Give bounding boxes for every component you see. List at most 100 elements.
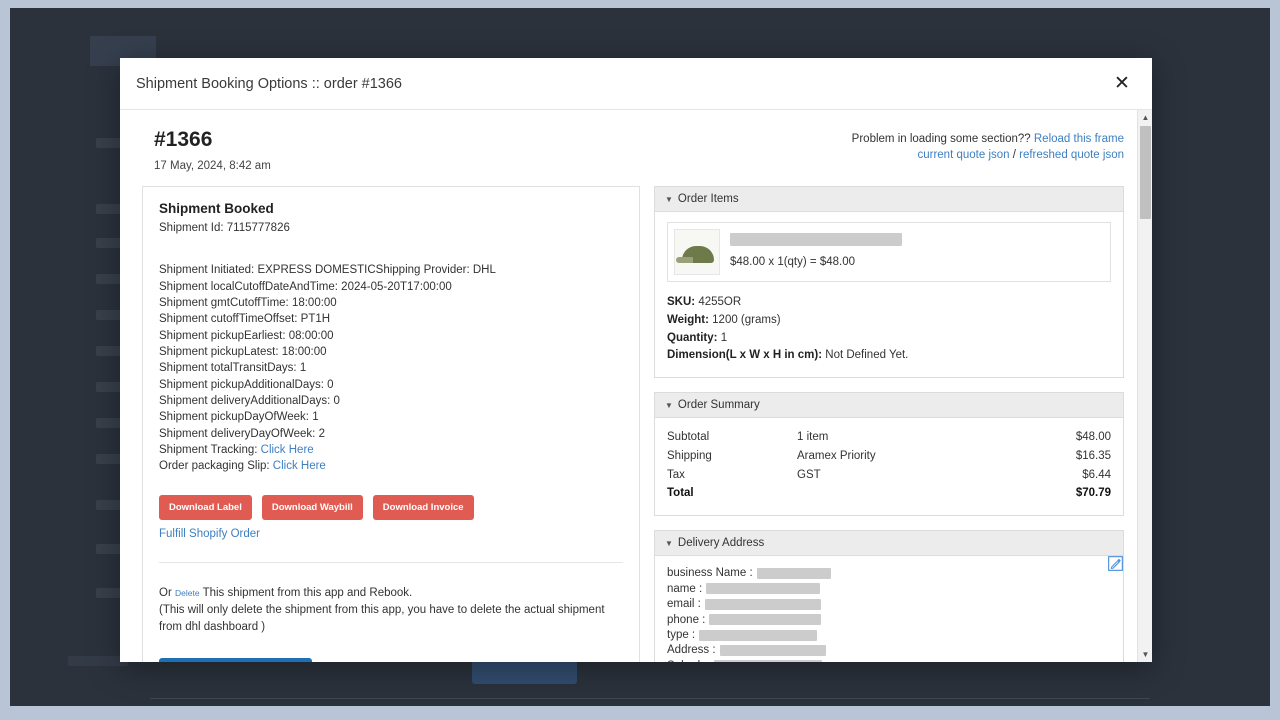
shipment-detail-line: Shipment cutoffTimeOffset: PT1H — [159, 311, 623, 327]
summary-label: Total — [667, 484, 797, 503]
shipment-detail-line: Shipment pickupAdditionalDays: 0 — [159, 377, 623, 393]
book-another-shipment-button[interactable]: Book Another Shipment — [159, 658, 312, 662]
delete-shipment-link[interactable]: Delete — [175, 588, 200, 598]
address-field-redacted — [699, 630, 817, 641]
order-item-field-label: Quantity: — [667, 332, 717, 344]
summary-detail: Aramex Priority — [797, 447, 1041, 466]
summary-amount: $70.79 — [1041, 484, 1111, 503]
chevron-down-icon: ▼ — [665, 401, 673, 410]
order-items-title: Order Items — [678, 193, 739, 205]
summary-detail — [797, 484, 1041, 503]
shipment-detail-line: Shipment pickupDayOfWeek: 1 — [159, 409, 623, 425]
shipment-tracking-row: Shipment Tracking: Click Here — [159, 442, 623, 458]
reload-notice-text: Problem in loading some section?? — [852, 133, 1031, 145]
address-field-redacted — [709, 614, 821, 625]
address-field-label: Address : — [667, 644, 716, 656]
modal-header: Shipment Booking Options :: order #1366 … — [120, 58, 1152, 110]
summary-amount: $16.35 — [1041, 447, 1111, 466]
shipment-detail-line: Shipment Initiated: EXPRESS DOMESTICShip… — [159, 262, 623, 278]
address-field: business Name : — [667, 566, 1111, 581]
shipment-id: Shipment Id: 7115777826 — [159, 220, 623, 236]
shipment-booking-modal: Shipment Booking Options :: order #1366 … — [120, 58, 1152, 662]
order-item-field-value: 1200 (grams) — [712, 314, 780, 326]
address-field-redacted — [720, 645, 826, 656]
address-field: Suburb : — [667, 658, 1111, 662]
packaging-slip-link[interactable]: Click Here — [273, 460, 326, 472]
shipment-booked-heading: Shipment Booked — [159, 201, 623, 216]
summary-amount: $6.44 — [1041, 466, 1111, 485]
current-quote-json-link[interactable]: current quote json — [917, 149, 1009, 161]
summary-row: Subtotal 1 item $48.00 — [667, 428, 1111, 447]
summary-detail: GST — [797, 466, 1041, 485]
order-items-header[interactable]: ▼ Order Items — [655, 187, 1123, 212]
address-field: type : — [667, 627, 1111, 642]
modal-scroll-area: #1366 17 May, 2024, 8:42 am Problem in l… — [120, 110, 1152, 662]
shipment-tracking-link[interactable]: Click Here — [261, 444, 314, 456]
shipment-detail-line: Shipment localCutoffDateAndTime: 2024-05… — [159, 279, 623, 295]
scroll-up-icon[interactable]: ▲ — [1141, 113, 1150, 122]
address-field: email : — [667, 597, 1111, 612]
spacer — [159, 236, 623, 262]
fulfill-shopify-order-link[interactable]: Fulfill Shopify Order — [159, 528, 260, 540]
shipment-detail-line: Shipment pickupEarliest: 08:00:00 — [159, 328, 623, 344]
order-details-column: ▼ Order Items $48.00 x 1(qty) = $48.00 — [654, 186, 1124, 662]
order-number: #1366 — [154, 128, 271, 152]
order-item-meta: $48.00 x 1(qty) = $48.00 — [726, 223, 1110, 281]
address-field-redacted — [714, 660, 822, 662]
order-item-field: SKU: 4255OR — [667, 294, 1111, 312]
address-field-label: name : — [667, 583, 702, 595]
delivery-address-header[interactable]: ▼Delivery Address — [655, 531, 1123, 556]
scroll-down-icon[interactable]: ▼ — [1141, 650, 1150, 659]
delete-note: (This will only delete the shipment from… — [159, 602, 623, 637]
address-field-label: type : — [667, 629, 695, 641]
delivery-address-body: business Name : name : email : — [655, 556, 1123, 662]
download-buttons-row: Download Label Download Waybill Download… — [159, 495, 623, 520]
modal-body: #1366 17 May, 2024, 8:42 am Problem in l… — [120, 110, 1152, 662]
order-item-field-label: SKU: — [667, 296, 695, 308]
summary-label: Tax — [667, 466, 797, 485]
background-text-line — [68, 656, 128, 666]
modal-columns: Shipment Booked Shipment Id: 7115777826 … — [142, 186, 1124, 662]
shipment-detail-line: Shipment deliveryDayOfWeek: 2 — [159, 426, 623, 442]
order-header-row: #1366 17 May, 2024, 8:42 am Problem in l… — [142, 128, 1124, 172]
product-name-redacted — [730, 233, 902, 246]
address-field-label: Suburb : — [667, 660, 710, 662]
scrollbar-thumb[interactable] — [1140, 126, 1151, 219]
delete-rebook-row: Or Delete This shipment from this app an… — [159, 585, 623, 602]
address-field: Address : — [667, 643, 1111, 658]
background-action-button — [472, 660, 577, 684]
order-summary-card: ▼ Order Summary Subtotal 1 item $48.00 Sh… — [654, 392, 1124, 516]
address-field-redacted — [706, 583, 820, 594]
order-item-field: Weight: 1200 (grams) — [667, 312, 1111, 330]
order-summary-header[interactable]: ▼ Order Summary — [655, 393, 1123, 418]
order-identity: #1366 17 May, 2024, 8:42 am — [142, 128, 271, 172]
chevron-down-icon: ▼ — [665, 195, 673, 204]
download-label-button[interactable]: Download Label — [159, 495, 252, 520]
order-item-field-label: Weight: — [667, 314, 709, 326]
close-icon[interactable]: ✕ — [1108, 70, 1136, 98]
address-field-redacted — [757, 568, 831, 579]
reload-frame-link[interactable]: Reload this frame — [1034, 133, 1124, 145]
order-item-field: Dimension(L x W x H in cm): Not Defined … — [667, 347, 1111, 365]
modal-scrollbar[interactable]: ▲ ▼ — [1137, 110, 1152, 662]
order-summary-title: Order Summary — [678, 399, 760, 411]
quote-link-separator: / — [1010, 149, 1020, 161]
reload-notice: Problem in loading some section?? Reload… — [852, 128, 1124, 163]
edit-pencil-icon[interactable] — [1108, 556, 1123, 571]
packaging-slip-row: Order packaging Slip: Click Here — [159, 458, 623, 474]
chevron-down-icon: ▼ — [665, 539, 673, 548]
address-field-label: email : — [667, 598, 701, 610]
product-thumbnail — [674, 229, 720, 275]
summary-row-total: Total $70.79 — [667, 484, 1111, 503]
order-item-field-value: 1 — [721, 332, 727, 344]
download-waybill-button[interactable]: Download Waybill — [262, 495, 363, 520]
packaging-slip-label: Order packaging Slip: — [159, 460, 270, 472]
address-field: name : — [667, 581, 1111, 596]
download-invoice-button[interactable]: Download Invoice — [373, 495, 474, 520]
order-item-field: Quantity: 1 — [667, 330, 1111, 348]
summary-label: Shipping — [667, 447, 797, 466]
refreshed-quote-json-link[interactable]: refreshed quote json — [1019, 149, 1124, 161]
shipment-detail-line: Shipment totalTransitDays: 1 — [159, 360, 623, 376]
address-field-label: phone : — [667, 614, 705, 626]
address-field-redacted — [705, 599, 821, 610]
